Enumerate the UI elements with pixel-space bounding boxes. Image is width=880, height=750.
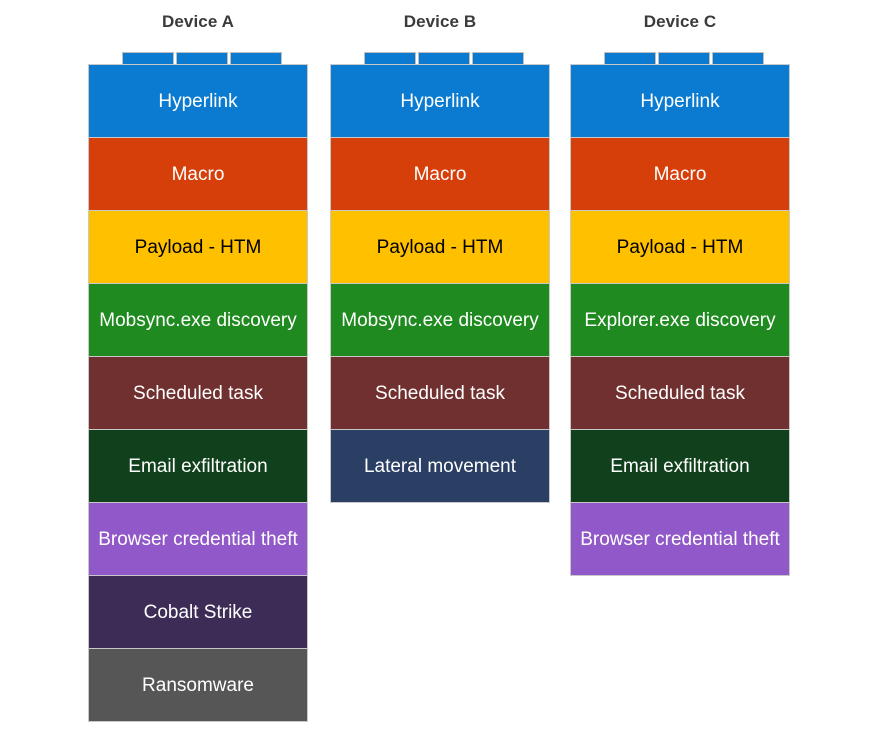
block-stack-a: Hyperlink Macro Payload - HTM Mobsync.exe d… (88, 64, 308, 722)
attack-stage-label: Browser credential theft (580, 528, 780, 550)
attack-stage-block[interactable]: Hyperlink (330, 64, 550, 138)
brick-stud-icon (712, 52, 764, 64)
attack-stage-label: Macro (413, 163, 467, 185)
attack-stage-block[interactable]: Explorer.exe discovery (570, 283, 790, 357)
attack-stage-block[interactable]: Hyperlink (88, 64, 308, 138)
attack-stage-block[interactable]: Ransomware (88, 648, 308, 722)
attack-stage-label: Explorer.exe discovery (584, 309, 776, 331)
brick-studs-b (330, 52, 550, 64)
attack-stage-block[interactable]: Email exfiltration (88, 429, 308, 503)
attack-stage-label: Ransomware (142, 674, 254, 696)
block-stack-c: Hyperlink Macro Payload - HTM Explorer.exe … (570, 64, 790, 576)
attack-stage-label: Hyperlink (640, 90, 720, 112)
device-title-a: Device A (162, 12, 234, 31)
attack-stage-block[interactable]: Scheduled task (88, 356, 308, 430)
attack-stage-label: Macro (171, 163, 225, 185)
attack-stage-block[interactable]: Lateral movement (330, 429, 550, 503)
attack-stage-block[interactable]: Macro (88, 137, 308, 211)
attack-stage-label: Mobsync.exe discovery (341, 309, 539, 331)
attack-stage-label: Scheduled task (375, 382, 505, 404)
attack-stage-label: Browser credential theft (98, 528, 298, 550)
brick-stud-icon (122, 52, 174, 64)
attack-stage-block[interactable]: Payload - HTM (570, 210, 790, 284)
attack-stage-label: Payload - HTM (376, 236, 504, 258)
attack-stage-label: Email exfiltration (128, 455, 268, 477)
brick-stud-icon (418, 52, 470, 64)
attack-chain-diagram: Device A Hyperlink Macro Payload - HTM Mobs… (0, 0, 880, 750)
attack-stage-block[interactable]: Payload - HTM (88, 210, 308, 284)
attack-stage-block[interactable]: Scheduled task (330, 356, 550, 430)
attack-stage-block[interactable]: Macro (570, 137, 790, 211)
attack-stage-block[interactable]: Hyperlink (570, 64, 790, 138)
attack-stage-block[interactable]: Email exfiltration (570, 429, 790, 503)
attack-stage-label: Scheduled task (133, 382, 263, 404)
attack-stage-block[interactable]: Cobalt Strike (88, 575, 308, 649)
attack-stage-block[interactable]: Browser credential theft (88, 502, 308, 576)
attack-stage-label: Hyperlink (400, 90, 480, 112)
brick-studs-a (88, 52, 308, 64)
attack-stage-label: Payload - HTM (616, 236, 744, 258)
attack-stage-block[interactable]: Browser credential theft (570, 502, 790, 576)
device-column-a: Device A Hyperlink Macro Payload - HTM Mobs… (88, 0, 308, 722)
brick-stud-icon (176, 52, 228, 64)
brick-stud-icon (658, 52, 710, 64)
attack-stage-label: Email exfiltration (610, 455, 750, 477)
attack-stage-block[interactable]: Mobsync.exe discovery (88, 283, 308, 357)
attack-stage-label: Cobalt Strike (143, 601, 253, 623)
device-title-b: Device B (403, 12, 477, 31)
attack-stage-label: Scheduled task (615, 382, 745, 404)
device-title-c: Device C (643, 12, 717, 31)
device-column-b: Device B Hyperlink Macro Payload - HTM Mobs… (330, 0, 550, 503)
attack-stage-label: Payload - HTM (134, 236, 262, 258)
brick-stud-icon (364, 52, 416, 64)
brick-stud-icon (472, 52, 524, 64)
attack-stage-block[interactable]: Mobsync.exe discovery (330, 283, 550, 357)
attack-stage-label: Lateral movement (363, 455, 517, 477)
attack-stage-block[interactable]: Payload - HTM (330, 210, 550, 284)
attack-stage-block[interactable]: Scheduled task (570, 356, 790, 430)
attack-stage-label: Macro (653, 163, 707, 185)
device-column-c: Device C Hyperlink Macro Payload - HTM Expl… (570, 0, 790, 576)
brick-stud-icon (230, 52, 282, 64)
block-stack-b: Hyperlink Macro Payload - HTM Mobsync.exe d… (330, 64, 550, 503)
attack-stage-block[interactable]: Macro (330, 137, 550, 211)
attack-stage-label: Mobsync.exe discovery (99, 309, 297, 331)
brick-stud-icon (604, 52, 656, 64)
brick-studs-c (570, 52, 790, 64)
attack-stage-label: Hyperlink (158, 90, 238, 112)
